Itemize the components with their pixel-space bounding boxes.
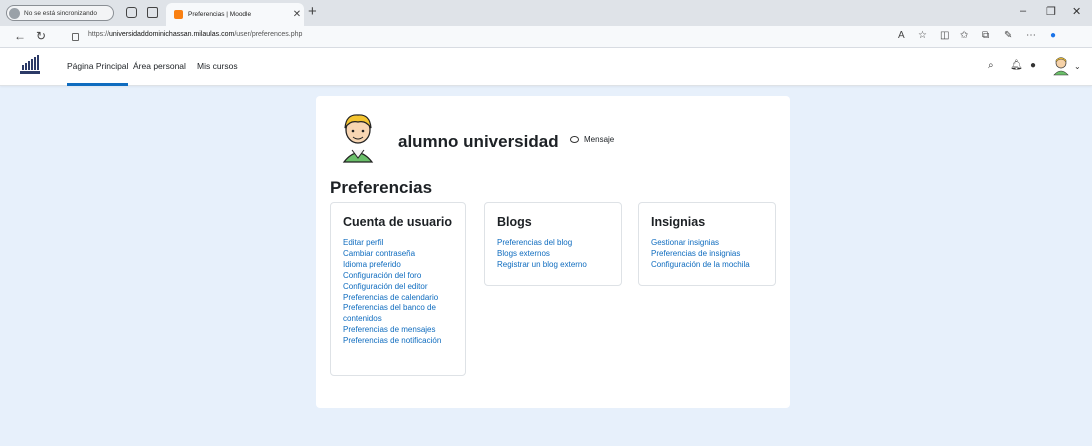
link-message-preferences[interactable]: Preferencias de mensajes <box>343 325 453 336</box>
section-links: Gestionar insignias Preferencias de insi… <box>651 238 763 271</box>
link-register-external-blog[interactable]: Registrar un blog externo <box>497 260 609 271</box>
minimize-icon[interactable]: – <box>1020 5 1026 17</box>
link-preferred-language[interactable]: Idioma preferido <box>343 260 453 271</box>
nav-my-courses-link[interactable]: Mis cursos <box>197 61 238 71</box>
close-tab-icon[interactable]: ✕ <box>290 9 304 20</box>
link-forum-settings[interactable]: Configuración del foro <box>343 271 453 282</box>
preferences-card: alumno universidad Mensaje Preferencias … <box>316 96 790 408</box>
profile-name: alumno universidad <box>398 132 559 151</box>
favorites-icon[interactable]: ✩ <box>960 30 968 41</box>
site-navbar: Página Principal Área personal Mis curso… <box>0 48 1092 86</box>
messages-chat-icon[interactable]: ● <box>1030 60 1036 71</box>
browser-tab-bar: No se está sincronizando Preferencias | … <box>0 0 1092 26</box>
url-field[interactable]: https://universidaddominichassan.milaula… <box>88 31 302 38</box>
collections-icon[interactable]: ⧉ <box>982 30 989 41</box>
page-title: Preferencias <box>330 178 433 197</box>
close-window-icon[interactable]: ✕ <box>1072 5 1081 18</box>
tab-actions-icon[interactable] <box>147 7 158 18</box>
url-domain: universidaddominichassan.milaulas.com <box>109 31 235 38</box>
browser-tab-active[interactable]: Preferencias | Moodle ✕ <box>166 3 304 26</box>
new-tab-icon[interactable]: + <box>308 3 317 20</box>
copilot-icon[interactable]: ● <box>1050 30 1056 41</box>
link-editor-settings[interactable]: Configuración del editor <box>343 282 453 293</box>
url-prefix: https:// <box>88 31 110 38</box>
favorite-star-icon[interactable]: ☆ <box>918 30 927 41</box>
search-icon[interactable]: ⌕ <box>988 60 994 71</box>
link-content-bank-preferences[interactable]: Preferencias del banco de contenidos <box>343 303 453 325</box>
section-links: Preferencias del blog Blogs externos Reg… <box>497 238 609 271</box>
link-notification-preferences[interactable]: Preferencias de notificación <box>343 336 453 347</box>
send-message-button[interactable]: Mensaje <box>570 135 614 144</box>
address-bar: ← ↻ https://universidaddominichassan.mil… <box>0 26 1092 48</box>
link-edit-profile[interactable]: Editar perfil <box>343 238 453 249</box>
section-user-account: Cuenta de usuario Editar perfil Cambiar … <box>330 202 466 376</box>
link-manage-badges[interactable]: Gestionar insignias <box>651 238 763 249</box>
read-aloud-icon[interactable]: A <box>898 30 905 41</box>
link-change-password[interactable]: Cambiar contraseña <box>343 249 453 260</box>
url-path: /user/preferences.php <box>234 31 303 38</box>
section-title: Cuenta de usuario <box>343 215 453 229</box>
user-menu-chevron-down-icon[interactable]: ⌄ <box>1074 62 1081 71</box>
back-icon[interactable]: ← <box>14 29 26 43</box>
workspaces-icon[interactable] <box>126 7 137 18</box>
nav-home-link[interactable]: Página Principal <box>67 61 129 86</box>
sync-status-label: No se está sincronizando <box>24 9 97 17</box>
lock-icon[interactable] <box>72 33 79 41</box>
site-logo-icon[interactable] <box>20 54 40 74</box>
section-blogs: Blogs Preferencias del blog Blogs extern… <box>484 202 622 286</box>
link-backpack-settings[interactable]: Configuración de la mochila <box>651 260 763 271</box>
section-badges: Insignias Gestionar insignias Preferenci… <box>638 202 776 286</box>
message-bubble-icon <box>570 136 579 143</box>
section-title: Blogs <box>497 215 532 229</box>
tab-title: Preferencias | Moodle <box>188 11 252 18</box>
link-blog-preferences[interactable]: Preferencias del blog <box>497 238 609 249</box>
nav-dashboard-link[interactable]: Área personal <box>133 61 186 71</box>
link-badge-preferences[interactable]: Preferencias de insignias <box>651 249 763 260</box>
profile-sync-button[interactable]: No se está sincronizando <box>6 5 114 21</box>
moodle-favicon-icon <box>174 10 183 19</box>
section-links: Editar perfil Cambiar contraseña Idioma … <box>343 238 453 347</box>
message-label: Mensaje <box>584 135 615 144</box>
restore-icon[interactable]: ❐ <box>1046 5 1056 18</box>
link-calendar-preferences[interactable]: Preferencias de calendario <box>343 293 453 304</box>
extensions-icon[interactable]: ✎ <box>1004 30 1012 41</box>
refresh-icon[interactable]: ↻ <box>36 29 46 43</box>
more-options-icon[interactable]: ⋯ <box>1026 30 1036 41</box>
link-external-blogs[interactable]: Blogs externos <box>497 249 609 260</box>
user-avatar-icon[interactable] <box>1052 56 1070 76</box>
notifications-bell-icon[interactable]: 🔔︎ <box>1010 60 1023 71</box>
profile-icon <box>9 7 20 19</box>
split-screen-icon[interactable]: ◫ <box>940 30 949 41</box>
profile-picture <box>342 114 374 163</box>
section-title: Insignias <box>651 215 706 229</box>
